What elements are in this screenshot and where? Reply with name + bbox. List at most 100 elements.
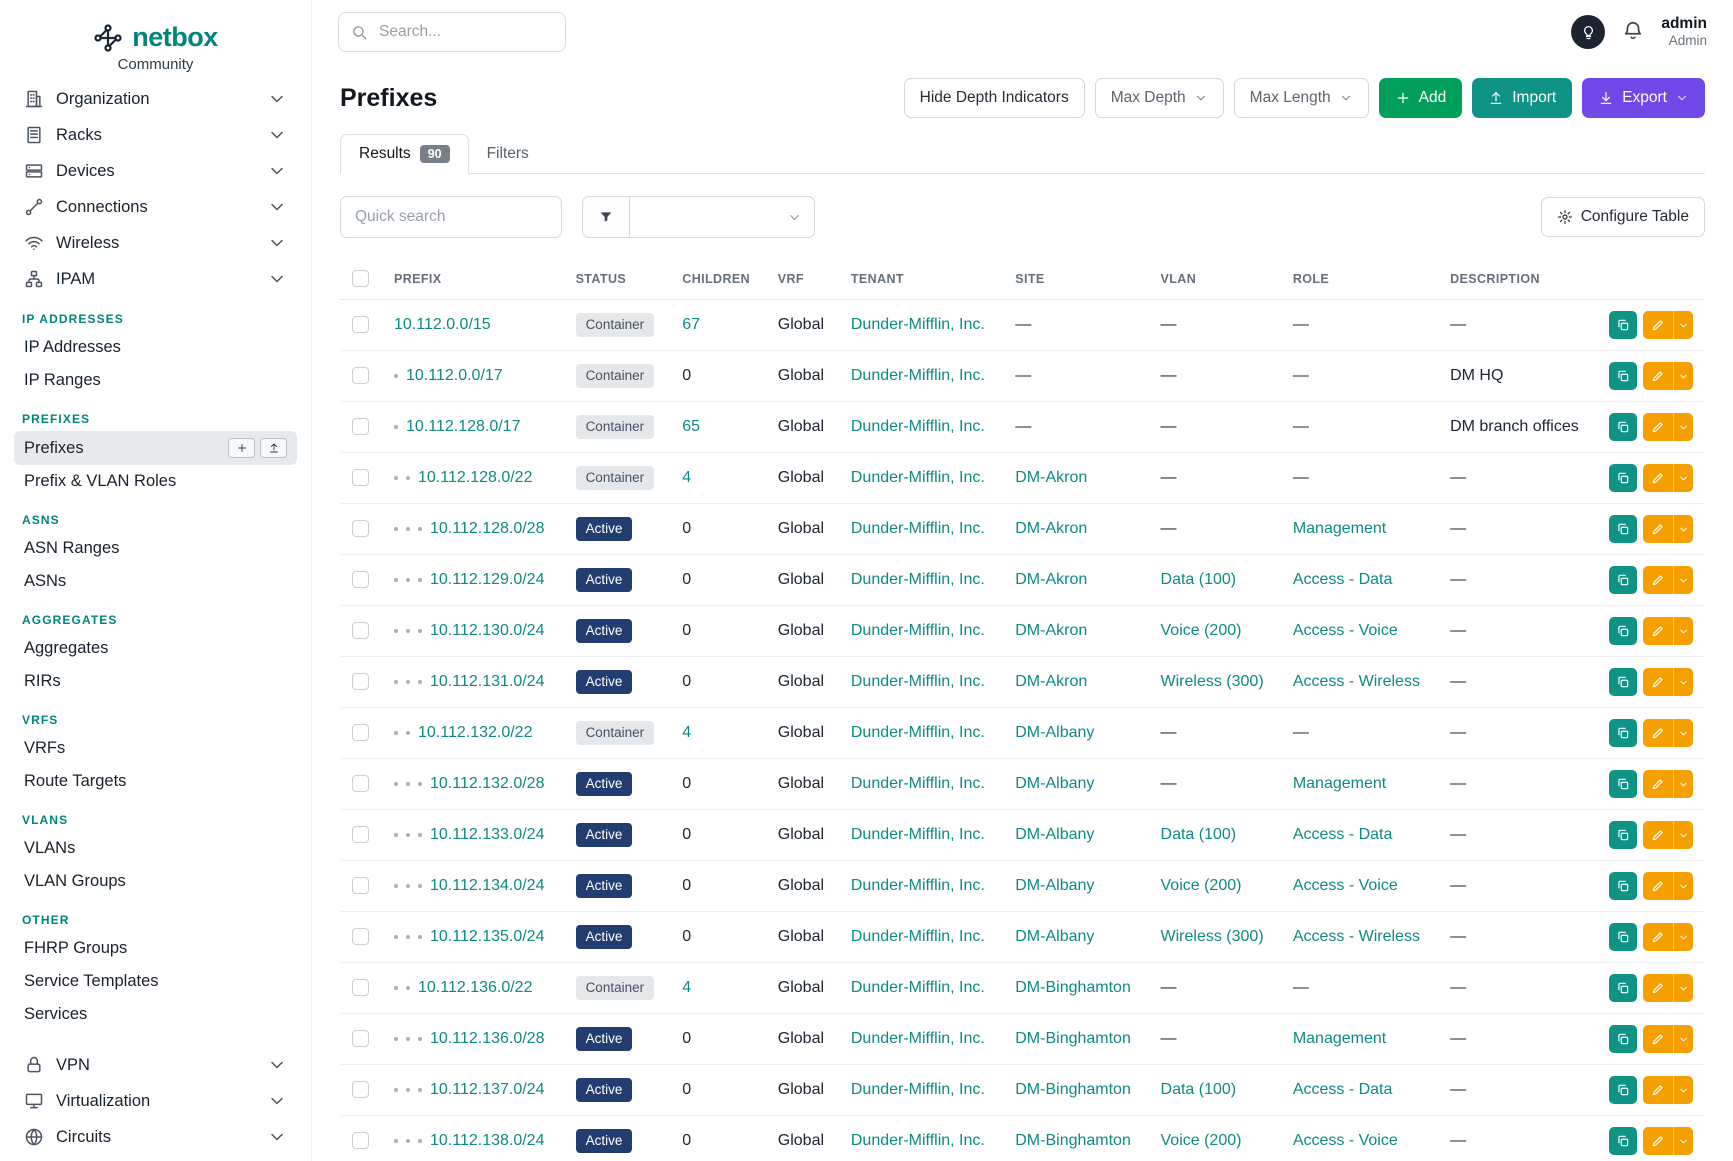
column-header-tenant[interactable]: TENANT: [839, 258, 1003, 300]
edit-button[interactable]: [1643, 719, 1673, 747]
row-checkbox[interactable]: [352, 1132, 369, 1149]
tab-results[interactable]: Results 90: [340, 134, 469, 174]
edit-dropdown-button[interactable]: [1673, 566, 1693, 594]
copy-button[interactable]: [1609, 1025, 1637, 1053]
theme-toggle-button[interactable]: [1571, 15, 1605, 49]
row-checkbox[interactable]: [352, 622, 369, 639]
prefix-link[interactable]: 10.112.137.0/24: [430, 1081, 544, 1098]
sidebar-item-virtualization[interactable]: Virtualization: [14, 1083, 297, 1119]
edit-button[interactable]: [1643, 821, 1673, 849]
tenant-link[interactable]: Dunder-Mifflin, Inc.: [851, 1081, 985, 1098]
export-button[interactable]: Export: [1582, 78, 1705, 118]
prefix-link[interactable]: 10.112.132.0/22: [418, 724, 532, 741]
site-link[interactable]: DM-Akron: [1015, 469, 1087, 486]
quick-search-input[interactable]: [353, 207, 549, 227]
sidebar-item-racks[interactable]: Racks: [14, 117, 297, 153]
sidebar-item-service-templates[interactable]: Service Templates: [14, 965, 297, 998]
vlan-link[interactable]: Wireless (300): [1161, 673, 1264, 690]
edit-button[interactable]: [1643, 1076, 1673, 1104]
tenant-link[interactable]: Dunder-Mifflin, Inc.: [851, 1030, 985, 1047]
select-all-checkbox[interactable]: [352, 270, 369, 287]
column-header-role[interactable]: ROLE: [1281, 258, 1438, 300]
site-link[interactable]: DM-Binghamton: [1015, 1030, 1131, 1047]
vlan-link[interactable]: Voice (200): [1161, 622, 1242, 639]
column-header-site[interactable]: SITE: [1003, 258, 1148, 300]
edit-button[interactable]: [1643, 413, 1673, 441]
site-link[interactable]: DM-Albany: [1015, 775, 1094, 792]
edit-dropdown-button[interactable]: [1673, 719, 1693, 747]
column-header-prefix[interactable]: PREFIX: [382, 258, 564, 300]
filter-button[interactable]: [582, 196, 630, 238]
sidebar-item-fhrp-groups[interactable]: FHRP Groups: [14, 932, 297, 965]
role-link[interactable]: Access - Voice: [1293, 1132, 1398, 1149]
tenant-link[interactable]: Dunder-Mifflin, Inc.: [851, 775, 985, 792]
vlan-link[interactable]: Data (100): [1161, 826, 1237, 843]
brand[interactable]: netbox Community: [14, 10, 297, 81]
edit-dropdown-button[interactable]: [1673, 311, 1693, 339]
search-input[interactable]: [377, 22, 553, 42]
copy-button[interactable]: [1609, 1076, 1637, 1104]
prefix-link[interactable]: 10.112.129.0/24: [430, 571, 544, 588]
row-checkbox[interactable]: [352, 316, 369, 333]
site-link[interactable]: DM-Binghamton: [1015, 979, 1131, 996]
edit-dropdown-button[interactable]: [1673, 413, 1693, 441]
site-link[interactable]: DM-Akron: [1015, 673, 1087, 690]
copy-button[interactable]: [1609, 1127, 1637, 1155]
row-checkbox[interactable]: [352, 877, 369, 894]
prefix-link[interactable]: 10.112.130.0/24: [430, 622, 544, 639]
saved-filter-select[interactable]: [630, 196, 815, 238]
edit-button[interactable]: [1643, 1025, 1673, 1053]
sidebar-add-prefix-button[interactable]: [228, 438, 255, 458]
tenant-link[interactable]: Dunder-Mifflin, Inc.: [851, 520, 985, 537]
role-link[interactable]: Management: [1293, 520, 1386, 537]
row-checkbox[interactable]: [352, 520, 369, 537]
sidebar-item-prefix-vlan-roles[interactable]: Prefix & VLAN Roles: [14, 465, 297, 498]
site-link[interactable]: DM-Binghamton: [1015, 1081, 1131, 1098]
sidebar-item-services[interactable]: Services: [14, 998, 297, 1031]
column-header-vrf[interactable]: VRF: [766, 258, 839, 300]
sidebar-item-organization[interactable]: Organization: [14, 81, 297, 117]
copy-button[interactable]: [1609, 770, 1637, 798]
site-link[interactable]: DM-Albany: [1015, 877, 1094, 894]
tenant-link[interactable]: Dunder-Mifflin, Inc.: [851, 1132, 985, 1149]
edit-dropdown-button[interactable]: [1673, 770, 1693, 798]
tenant-link[interactable]: Dunder-Mifflin, Inc.: [851, 826, 985, 843]
edit-button[interactable]: [1643, 566, 1673, 594]
copy-button[interactable]: [1609, 515, 1637, 543]
sidebar-item-vrfs[interactable]: VRFs: [14, 732, 297, 765]
edit-dropdown-button[interactable]: [1673, 974, 1693, 1002]
tenant-link[interactable]: Dunder-Mifflin, Inc.: [851, 979, 985, 996]
max-length-dropdown[interactable]: Max Length: [1234, 78, 1369, 118]
sidebar-item-devices[interactable]: Devices: [14, 153, 297, 189]
edit-dropdown-button[interactable]: [1673, 362, 1693, 390]
prefix-link[interactable]: 10.112.132.0/28: [430, 775, 544, 792]
tenant-link[interactable]: Dunder-Mifflin, Inc.: [851, 367, 985, 384]
row-checkbox[interactable]: [352, 571, 369, 588]
edit-button[interactable]: [1643, 617, 1673, 645]
sidebar-item-route-targets[interactable]: Route Targets: [14, 765, 297, 798]
row-checkbox[interactable]: [352, 928, 369, 945]
copy-button[interactable]: [1609, 413, 1637, 441]
copy-button[interactable]: [1609, 923, 1637, 951]
row-checkbox[interactable]: [352, 775, 369, 792]
edit-dropdown-button[interactable]: [1673, 515, 1693, 543]
row-checkbox[interactable]: [352, 979, 369, 996]
prefix-link[interactable]: 10.112.136.0/22: [418, 979, 532, 996]
edit-dropdown-button[interactable]: [1673, 1025, 1693, 1053]
column-header-children[interactable]: CHILDREN: [670, 258, 766, 300]
children-link[interactable]: 4: [682, 724, 691, 741]
site-link[interactable]: DM-Akron: [1015, 622, 1087, 639]
sidebar-item-connections[interactable]: Connections: [14, 189, 297, 225]
role-link[interactable]: Access - Voice: [1293, 877, 1398, 894]
copy-button[interactable]: [1609, 566, 1637, 594]
prefix-link[interactable]: 10.112.138.0/24: [430, 1132, 544, 1149]
site-link[interactable]: DM-Albany: [1015, 724, 1094, 741]
prefix-link[interactable]: 10.112.134.0/24: [430, 877, 544, 894]
edit-button[interactable]: [1643, 770, 1673, 798]
role-link[interactable]: Access - Data: [1293, 1081, 1393, 1098]
edit-dropdown-button[interactable]: [1673, 872, 1693, 900]
tenant-link[interactable]: Dunder-Mifflin, Inc.: [851, 418, 985, 435]
role-link[interactable]: Access - Wireless: [1293, 928, 1420, 945]
copy-button[interactable]: [1609, 821, 1637, 849]
edit-button[interactable]: [1643, 515, 1673, 543]
